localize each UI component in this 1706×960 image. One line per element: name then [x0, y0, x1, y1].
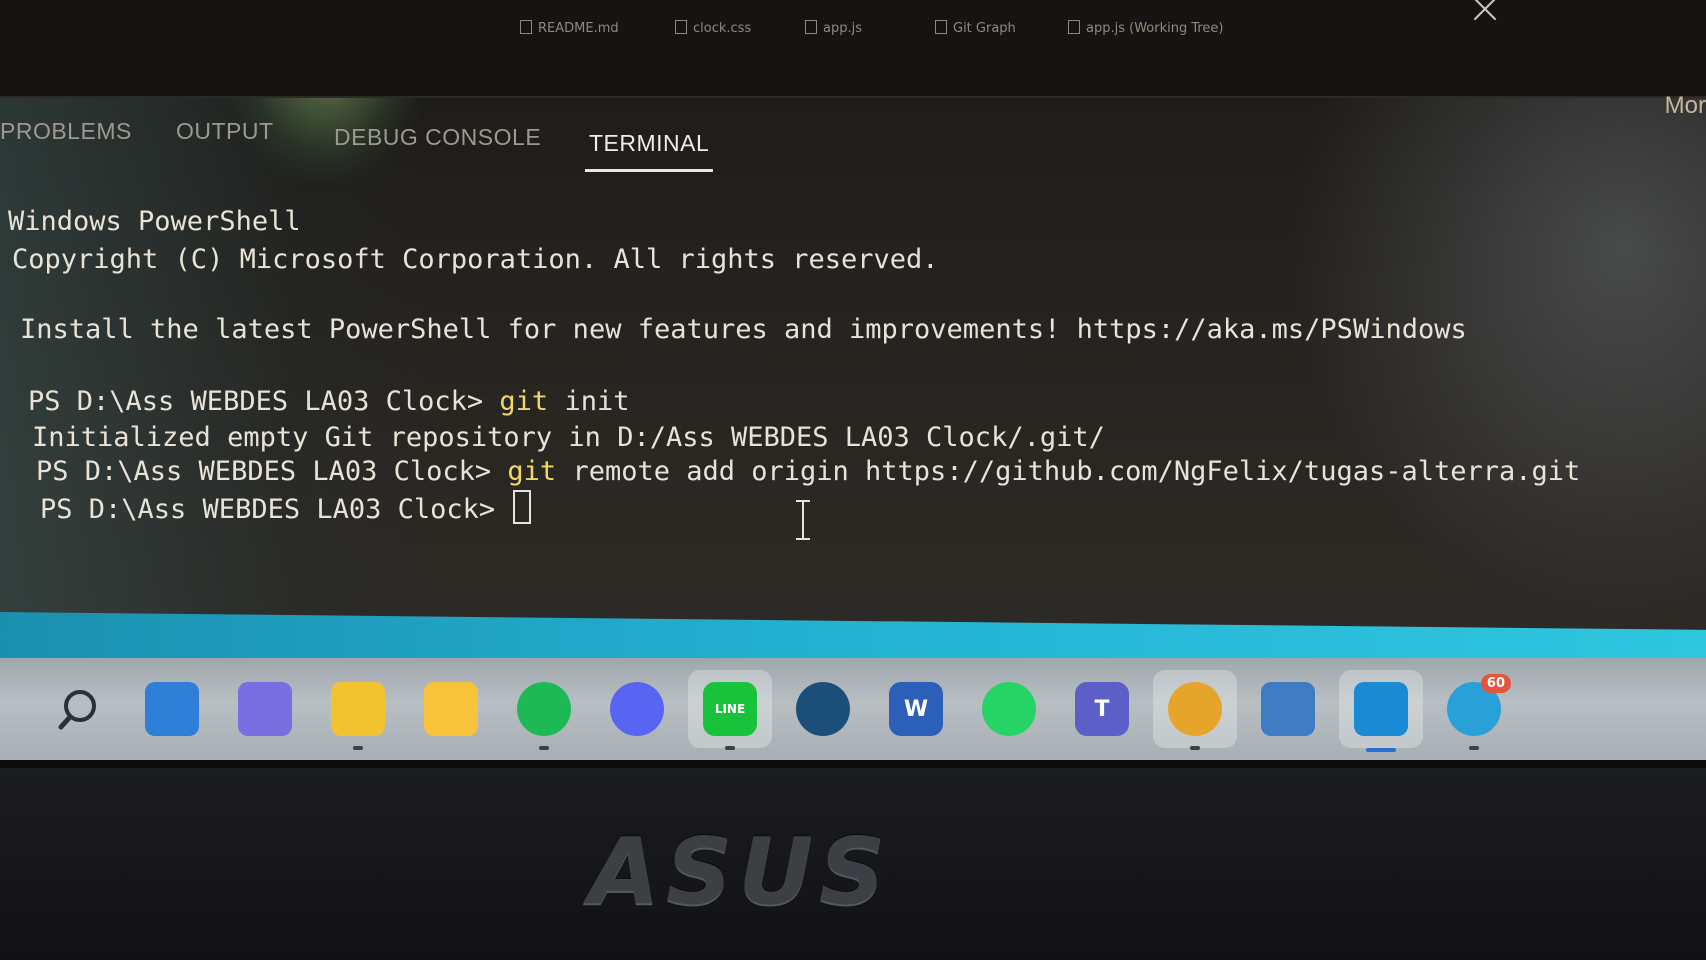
command-args: init: [548, 386, 630, 417]
whatsapp-icon[interactable]: [982, 682, 1036, 736]
terminal-output[interactable]: Windows PowerShell Copyright (C) Microso…: [0, 186, 1706, 606]
running-indicator: [725, 746, 735, 750]
remote-desktop-icon[interactable]: [1261, 682, 1315, 736]
git-graph-icon: [935, 20, 947, 34]
editor-tab[interactable]: Git Graph: [935, 20, 1016, 36]
editor-tab[interactable]: clock.css: [675, 20, 751, 36]
terminal-command-line: PS D:\Ass WEBDES LA03 Clock> git init: [28, 386, 629, 417]
spotify-icon[interactable]: [517, 682, 571, 736]
running-indicator: [1190, 746, 1200, 750]
active-window-indicator: [1366, 748, 1396, 752]
terminal-cursor: [513, 490, 532, 524]
running-indicator: [1469, 746, 1479, 750]
terminal-command-line: PS D:\Ass WEBDES LA03 Clock> git remote …: [36, 456, 1580, 487]
notification-badge: 60: [1480, 674, 1511, 693]
chrome-icon[interactable]: [1168, 682, 1222, 736]
prompt: PS D:\Ass WEBDES LA03 Clock>: [28, 386, 500, 417]
command-args: remote add origin https://github.com/NgF…: [556, 456, 1581, 487]
teams-icon[interactable]: T: [1075, 682, 1129, 736]
terminal-input-line[interactable]: PS D:\Ass WEBDES LA03 Clock>: [40, 490, 532, 525]
widgets-icon[interactable]: [145, 682, 199, 736]
laptop-screen: README.md clock.css app.js Git Graph app…: [0, 0, 1706, 760]
editor-tab[interactable]: README.md: [520, 20, 619, 36]
terminal-line: Copyright (C) Microsoft Corporation. All…: [12, 244, 939, 275]
line-icon[interactable]: LINE: [703, 682, 757, 736]
prompt: PS D:\Ass WEBDES LA03 Clock>: [40, 494, 512, 525]
command: git: [499, 386, 549, 417]
word-icon[interactable]: W: [889, 682, 943, 736]
terminal-line: Initialized empty Git repository in D:/A…: [32, 422, 1105, 453]
panel-more-label: Mor: [1664, 92, 1706, 119]
tab-debug-console[interactable]: DEBUG CONSOLE: [334, 112, 541, 162]
terminal-line: Install the latest PowerShell for new fe…: [20, 314, 1467, 345]
file-icon: [675, 20, 687, 34]
editor-tab-active[interactable]: app.js (Working Tree): [1068, 20, 1224, 36]
editor-tab-strip: README.md clock.css app.js Git Graph app…: [0, 0, 1706, 98]
terminal-line: Windows PowerShell: [8, 206, 301, 237]
prompt: PS D:\Ass WEBDES LA03 Clock>: [36, 456, 508, 487]
running-indicator: [353, 746, 363, 750]
running-indicator: [539, 746, 549, 750]
panel-tab-bar: PROBLEMS OUTPUT DEBUG CONSOLE TERMINAL: [0, 106, 1706, 172]
editor-tab[interactable]: app.js: [805, 20, 862, 36]
steam-icon[interactable]: [796, 682, 850, 736]
tab-terminal[interactable]: TERMINAL: [584, 118, 714, 172]
search-icon[interactable]: [52, 682, 106, 736]
discord-icon[interactable]: [610, 682, 664, 736]
tab-output[interactable]: OUTPUT: [176, 106, 274, 156]
command: git: [507, 456, 557, 487]
tab-problems[interactable]: PROBLEMS: [0, 106, 132, 156]
taskbar: LINE W T 60: [0, 658, 1706, 760]
close-icon[interactable]: [1466, 0, 1506, 24]
mouse-ibeam-cursor: [796, 500, 810, 540]
file-icon: [1068, 20, 1080, 34]
file-icon: [805, 20, 817, 34]
file-explorer-icon[interactable]: [331, 682, 385, 736]
vscode-icon[interactable]: [1354, 682, 1408, 736]
chat-icon[interactable]: [238, 682, 292, 736]
sticky-notes-icon[interactable]: [424, 682, 478, 736]
brand-logo: ASUS: [588, 818, 892, 925]
telegram-icon[interactable]: 60: [1447, 674, 1511, 736]
file-icon: [520, 20, 532, 34]
